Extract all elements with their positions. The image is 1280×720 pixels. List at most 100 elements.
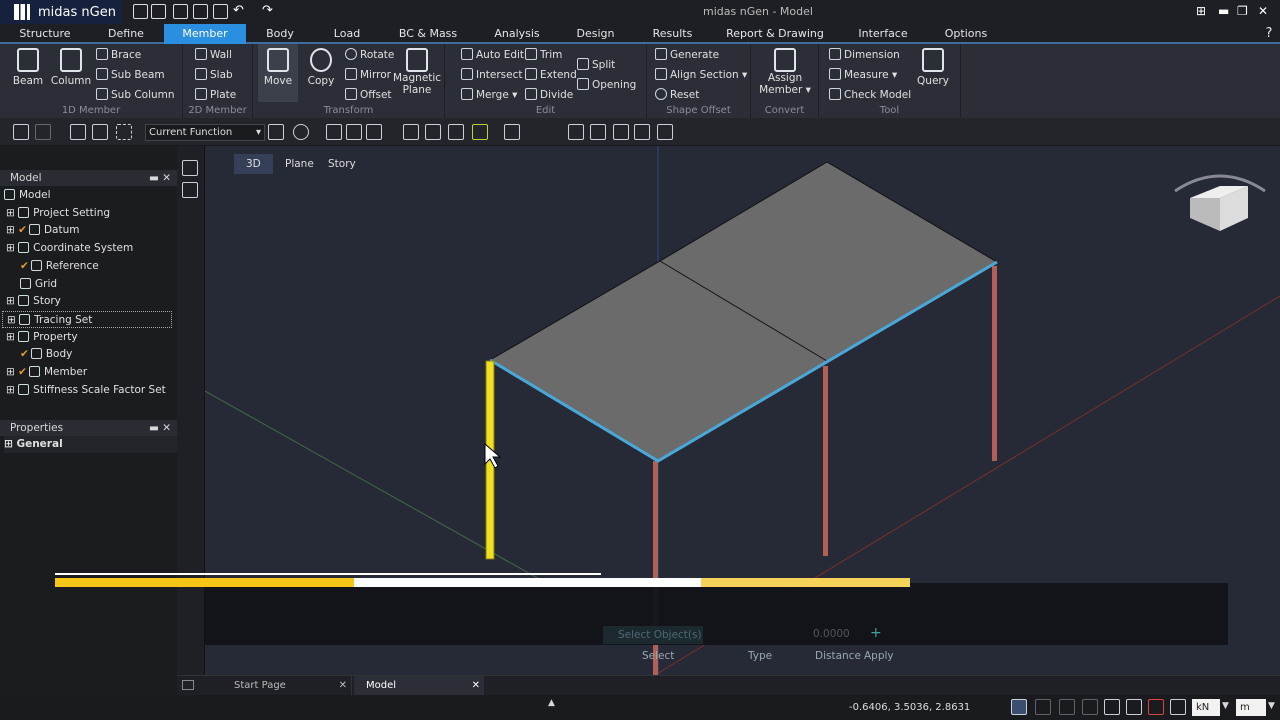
magnetic-plane-button[interactable]: Magnetic Plane <box>393 44 441 96</box>
node-icon[interactable] <box>1148 699 1164 715</box>
plate-button[interactable]: Plate <box>195 88 236 101</box>
lock-icon[interactable] <box>13 124 29 140</box>
tab-load[interactable]: Load <box>322 24 372 44</box>
panel-toggle-icon[interactable] <box>182 160 198 176</box>
display-icon-4[interactable] <box>634 124 650 140</box>
close-tab-icon[interactable]: ✕ <box>472 676 480 695</box>
tab-start-page[interactable]: Start Page ✕ <box>222 676 352 695</box>
tree-item[interactable]: ⊞ Project Setting <box>6 205 110 222</box>
beam-button[interactable]: Beam <box>8 44 48 87</box>
display-icon-1[interactable] <box>568 124 584 140</box>
panel-toggle-icon-2[interactable] <box>182 182 198 198</box>
tab-model[interactable]: Model ✕ <box>354 676 484 695</box>
window-select-icon[interactable] <box>116 124 132 140</box>
display-icon-2[interactable] <box>590 124 606 140</box>
snap-toggle-icon[interactable] <box>1011 699 1027 715</box>
tab-interface[interactable]: Interface <box>853 24 913 44</box>
tab-body[interactable]: Body <box>255 24 305 44</box>
intersect-button[interactable]: Intersect <box>461 68 522 81</box>
tree-item[interactable]: ⊞ Stiffness Scale Factor Set <box>6 382 166 399</box>
help-icon[interactable]: ? <box>1260 24 1278 44</box>
brace-button[interactable]: Brace <box>96 48 141 61</box>
merge-button[interactable]: Merge ▾ <box>461 88 517 101</box>
divide-button[interactable]: Divide <box>525 88 573 101</box>
tree-item[interactable]: Model <box>4 187 51 204</box>
restore-icon[interactable]: ❐ <box>1237 4 1248 18</box>
expand-icon[interactable]: ⊞ <box>6 366 15 378</box>
intersect-snap-icon[interactable] <box>1104 699 1120 715</box>
measure-button[interactable]: Measure ▾ <box>829 68 897 81</box>
tree-item[interactable]: ⊞ Tracing Set <box>2 310 172 328</box>
select-body-icon[interactable] <box>92 124 108 140</box>
close-all-icon[interactable] <box>213 4 228 19</box>
slab-button[interactable]: Slab <box>195 68 233 81</box>
expand-icon[interactable]: ⊞ <box>6 384 15 396</box>
tree-item[interactable]: Grid <box>20 276 57 293</box>
offset-button[interactable]: Offset <box>345 88 392 101</box>
tree-item[interactable]: ✔ Reference <box>20 258 99 275</box>
tab-structure[interactable]: Structure <box>10 24 80 44</box>
section-icon[interactable] <box>1170 699 1186 715</box>
chevron-down-icon[interactable]: ▼ <box>1222 701 1229 711</box>
expand-icon[interactable]: ⊞ <box>6 224 15 236</box>
close-file-icon[interactable] <box>193 4 208 19</box>
axis-icon[interactable] <box>504 124 520 140</box>
color-icon[interactable] <box>472 124 488 140</box>
length-unit-select[interactable]: m <box>1236 699 1266 716</box>
check-icon[interactable]: ✔ <box>18 366 27 378</box>
sub-beam-button[interactable]: Sub Beam <box>96 68 165 81</box>
column-button[interactable]: Column <box>50 44 92 87</box>
query-button[interactable]: Query <box>913 44 953 87</box>
minimize-icon[interactable]: ▬ <box>1218 4 1229 18</box>
check-icon[interactable]: ✔ <box>18 224 27 236</box>
select-box-icon[interactable] <box>70 124 86 140</box>
tree-item[interactable]: ⊞ ✔ Datum <box>6 222 80 239</box>
close-tab-icon[interactable]: ✕ <box>339 676 347 695</box>
expand-icon[interactable]: ⊞ <box>6 295 15 307</box>
select-objects-input[interactable]: Select Object(s) <box>603 626 703 644</box>
view-cube[interactable] <box>1174 174 1266 231</box>
tab-report-drawing[interactable]: Report & Drawing <box>725 24 825 44</box>
redo-icon[interactable]: ↷ <box>262 3 273 18</box>
unlock-icon[interactable] <box>35 124 51 140</box>
angle-icon[interactable] <box>1126 699 1142 715</box>
snap-icon-1[interactable] <box>403 124 419 140</box>
rotate-button[interactable]: Rotate <box>345 48 394 61</box>
ribbon-toggle-icon[interactable]: ⊞ <box>1196 4 1206 18</box>
generate-button[interactable]: Generate <box>655 48 719 61</box>
dimension-button[interactable]: Dimension <box>829 48 900 61</box>
check-model-button[interactable]: Check Model <box>829 88 911 101</box>
panel-close-icon[interactable]: ▬ ✕ <box>149 420 171 436</box>
tab-member[interactable]: Member <box>164 24 246 44</box>
model-viewport[interactable]: 3D Plane Story Select Object(s) 0.0000 +… <box>205 146 1280 675</box>
save-icon[interactable] <box>173 4 188 19</box>
tree-item[interactable]: ⊞ ✔ Member <box>6 364 87 381</box>
xy-icon[interactable] <box>1059 699 1075 715</box>
new-file-icon[interactable] <box>133 4 148 19</box>
check-icon[interactable]: ✔ <box>20 348 29 360</box>
expand-icon[interactable]: ⊞ <box>6 242 15 254</box>
tab-options[interactable]: Options <box>937 24 995 44</box>
move-button[interactable]: Move <box>258 44 298 102</box>
tab-design[interactable]: Design <box>568 24 623 44</box>
view-icon-3[interactable] <box>366 124 382 140</box>
tab-define[interactable]: Define <box>95 24 157 44</box>
tab-bc-mass[interactable]: BC & Mass <box>393 24 463 44</box>
snap-icon-2[interactable] <box>425 124 441 140</box>
expand-icon[interactable]: ⊞ <box>7 314 16 326</box>
split-button[interactable]: Split <box>577 58 615 71</box>
force-unit-select[interactable]: kN <box>1192 699 1220 716</box>
function-select[interactable]: Current Function ▾ <box>145 124 265 141</box>
reset-button[interactable]: Reset <box>655 88 699 101</box>
assign-member-button[interactable]: Assign Member ▾ <box>757 44 813 96</box>
apply-label[interactable]: Apply <box>864 650 894 662</box>
tree-item[interactable]: ✔ Body <box>20 346 72 363</box>
copy-button[interactable]: Copy <box>301 44 341 87</box>
trim-button[interactable]: Trim <box>525 48 562 61</box>
check-icon[interactable]: ✔ <box>20 260 29 272</box>
view-icon-1[interactable] <box>326 124 342 140</box>
expand-icon[interactable]: ⊞ <box>6 331 15 343</box>
expand-icon[interactable]: ▲ <box>548 698 555 708</box>
tab-analysis[interactable]: Analysis <box>487 24 547 44</box>
tree-item[interactable]: ⊞ Property <box>6 329 78 346</box>
